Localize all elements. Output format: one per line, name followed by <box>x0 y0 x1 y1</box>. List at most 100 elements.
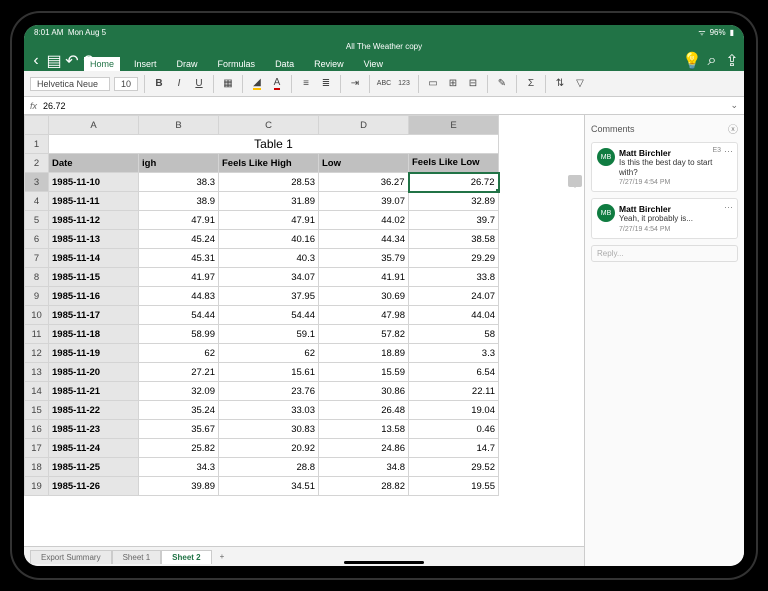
comment-menu-icon[interactable]: ⋯ <box>724 146 733 157</box>
cell[interactable]: 1985-11-21 <box>49 382 139 401</box>
cell[interactable]: 28.8 <box>219 458 319 477</box>
border-button[interactable]: ▦ <box>220 76 236 92</box>
cell[interactable]: 29.29 <box>409 249 499 268</box>
cell[interactable]: 39.89 <box>139 477 219 496</box>
cell[interactable]: 1985-11-16 <box>49 287 139 306</box>
sheet-tab[interactable]: Sheet 1 <box>112 550 162 564</box>
cell[interactable]: 62 <box>139 344 219 363</box>
cell[interactable]: 1985-11-15 <box>49 268 139 287</box>
font-size[interactable]: 10 <box>114 77 138 91</box>
cell[interactable]: 59.1 <box>219 325 319 344</box>
cell[interactable]: 38.9 <box>139 192 219 211</box>
cell[interactable]: 44.04 <box>409 306 499 325</box>
col-header-E[interactable]: E <box>409 116 499 135</box>
row-header[interactable]: 7 <box>25 249 49 268</box>
cell[interactable]: 19.55 <box>409 477 499 496</box>
cell[interactable]: 33.8 <box>409 268 499 287</box>
cell[interactable]: 1985-11-20 <box>49 363 139 382</box>
cell[interactable]: 57.82 <box>319 325 409 344</box>
close-comments-icon[interactable]: ⓧ <box>728 121 738 136</box>
cell[interactable]: 38.58 <box>409 230 499 249</box>
align-left-button[interactable]: ≡ <box>298 76 314 92</box>
cell[interactable]: 6.54 <box>409 363 499 382</box>
row-header[interactable]: 1 <box>25 135 49 154</box>
file-icon[interactable]: ▤ <box>48 55 60 67</box>
search-icon[interactable]: ⌕ <box>706 55 718 67</box>
font-color-button[interactable]: A <box>269 76 285 92</box>
row-header[interactable]: 13 <box>25 363 49 382</box>
cell[interactable]: 62 <box>219 344 319 363</box>
comment-menu-icon[interactable]: ⋯ <box>724 202 733 213</box>
cell[interactable]: 28.53 <box>219 173 319 192</box>
cell[interactable]: 41.97 <box>139 268 219 287</box>
cell[interactable]: 1985-11-22 <box>49 401 139 420</box>
sheet-tab[interactable]: Sheet 2 <box>161 550 211 564</box>
spreadsheet-grid[interactable]: ABCDE1Table 12DateighFeels Like HighLowF… <box>24 115 584 546</box>
comment-indicator-icon[interactable] <box>568 175 582 187</box>
insert-button[interactable]: ⊞ <box>445 76 461 92</box>
col-header-C[interactable]: C <box>219 116 319 135</box>
cell[interactable]: 47.91 <box>139 211 219 230</box>
cell[interactable]: 54.44 <box>219 306 319 325</box>
cell[interactable]: 37.95 <box>219 287 319 306</box>
cell[interactable]: 19.04 <box>409 401 499 420</box>
cell[interactable]: 1985-11-23 <box>49 420 139 439</box>
cell[interactable]: 47.91 <box>219 211 319 230</box>
row-header[interactable]: 4 <box>25 192 49 211</box>
cell[interactable]: 1985-11-24 <box>49 439 139 458</box>
row-header[interactable]: 15 <box>25 401 49 420</box>
cell[interactable]: 34.07 <box>219 268 319 287</box>
merge-button[interactable]: ⇥ <box>347 76 363 92</box>
share-icon[interactable]: ⇪ <box>726 55 738 67</box>
row-header[interactable]: 14 <box>25 382 49 401</box>
back-icon[interactable]: ‹ <box>30 55 42 67</box>
row-header[interactable]: 18 <box>25 458 49 477</box>
cell[interactable]: 39.7 <box>409 211 499 230</box>
italic-button[interactable]: I <box>171 76 187 92</box>
fill-color-button[interactable]: ◢ <box>249 76 265 92</box>
cell[interactable]: 58 <box>409 325 499 344</box>
cell[interactable]: 41.91 <box>319 268 409 287</box>
cell[interactable]: 1985-11-17 <box>49 306 139 325</box>
cell[interactable]: 36.27 <box>319 173 409 192</box>
reply-input[interactable]: Reply... <box>591 245 738 262</box>
cell[interactable]: 35.67 <box>139 420 219 439</box>
cell[interactable]: 30.83 <box>219 420 319 439</box>
cell[interactable]: 32.89 <box>409 192 499 211</box>
row-header[interactable]: 6 <box>25 230 49 249</box>
cell[interactable]: 1985-11-13 <box>49 230 139 249</box>
cell[interactable]: 54.44 <box>139 306 219 325</box>
column-header[interactable]: Date <box>49 154 139 173</box>
row-header[interactable]: 16 <box>25 420 49 439</box>
lightbulb-icon[interactable]: 💡 <box>686 55 698 67</box>
align-center-button[interactable]: ≣ <box>318 76 334 92</box>
cell[interactable]: 44.83 <box>139 287 219 306</box>
cell[interactable]: 40.16 <box>219 230 319 249</box>
cell[interactable]: 15.61 <box>219 363 319 382</box>
number-format-abc[interactable]: ABC <box>376 76 392 92</box>
cell[interactable]: 1985-11-11 <box>49 192 139 211</box>
cell[interactable]: 14.7 <box>409 439 499 458</box>
cell[interactable]: 15.59 <box>319 363 409 382</box>
tab-insert[interactable]: Insert <box>128 57 163 71</box>
cell[interactable]: 18.89 <box>319 344 409 363</box>
column-header[interactable]: igh <box>139 154 219 173</box>
redo-icon[interactable]: ↷ <box>84 55 96 67</box>
cell[interactable]: 38.3 <box>139 173 219 192</box>
cell[interactable]: 26.72 <box>409 173 499 192</box>
cell[interactable]: 34.8 <box>319 458 409 477</box>
cell[interactable]: 22.11 <box>409 382 499 401</box>
cell[interactable]: 24.07 <box>409 287 499 306</box>
filter-button[interactable]: ▽ <box>572 76 588 92</box>
cell[interactable]: 35.24 <box>139 401 219 420</box>
cell[interactable]: 1985-11-10 <box>49 173 139 192</box>
cell[interactable]: 1985-11-18 <box>49 325 139 344</box>
row-header[interactable]: 3 <box>25 173 49 192</box>
cell[interactable]: 1985-11-25 <box>49 458 139 477</box>
cell[interactable]: 24.86 <box>319 439 409 458</box>
col-header-B[interactable]: B <box>139 116 219 135</box>
cell[interactable]: 27.21 <box>139 363 219 382</box>
add-sheet-button[interactable]: + <box>212 550 233 563</box>
delete-button[interactable]: ⊟ <box>465 76 481 92</box>
cell[interactable]: 13.58 <box>319 420 409 439</box>
